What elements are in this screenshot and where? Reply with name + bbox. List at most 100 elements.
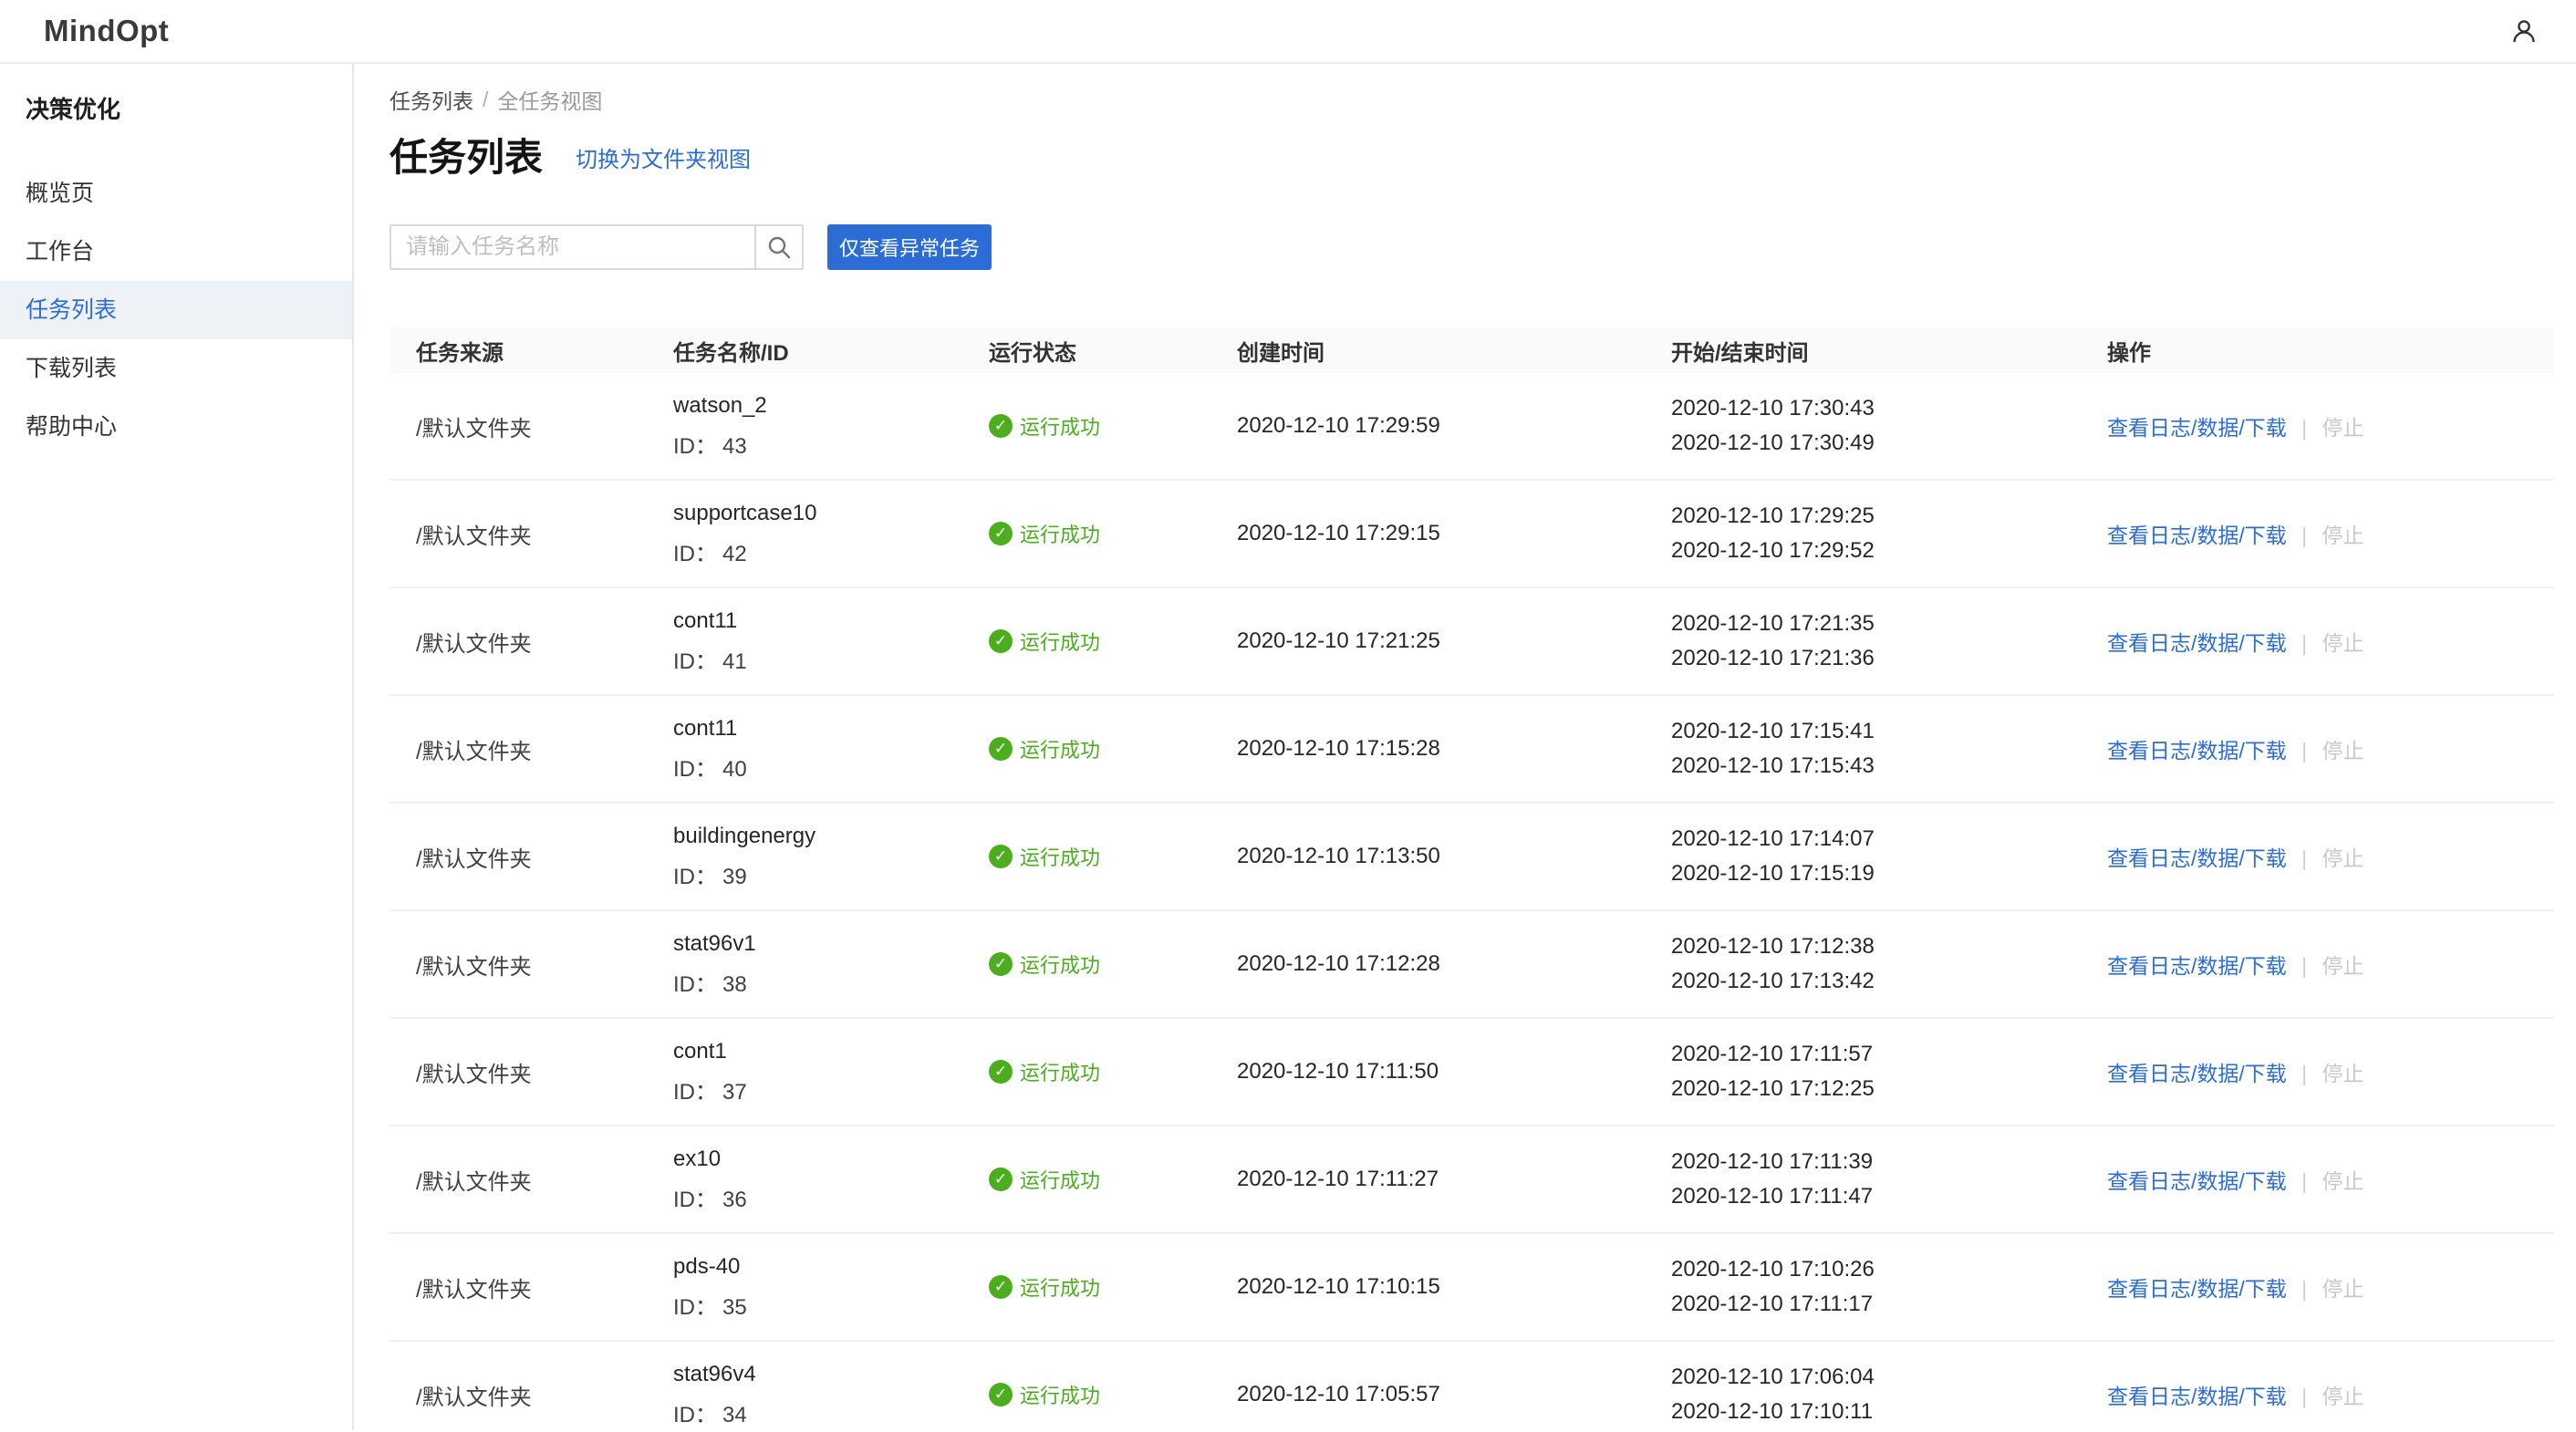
view-log-data-download-link[interactable]: 查看日志/数据/下载	[2107, 524, 2287, 547]
success-check-icon: ✓	[989, 1275, 1013, 1299]
task-status: ✓ 运行成功	[989, 1165, 1237, 1194]
table-row: /默认文件夹 cont11 ID：40 ✓ 运行成功 2020-12-10 17…	[390, 696, 2554, 804]
column-task-source: 任务来源	[390, 335, 673, 367]
search-input[interactable]	[390, 224, 754, 270]
view-log-data-download-link[interactable]: 查看日志/数据/下载	[2107, 954, 2287, 978]
abnormal-tasks-filter-button[interactable]: 仅查看异常任务	[827, 224, 992, 270]
task-source: /默认文件夹	[390, 1056, 673, 1088]
sidebar-item-workbench[interactable]: 工作台	[0, 223, 352, 281]
task-actions: 查看日志/数据/下载 | 停止	[2107, 1164, 2554, 1195]
view-log-data-download-link[interactable]: 查看日志/数据/下载	[2107, 631, 2287, 655]
task-name: stat96v4	[673, 1362, 989, 1387]
task-start-end-time: 2020-12-10 17:10:26 2020-12-10 17:11:17	[1671, 1259, 2107, 1315]
task-name-id-cell: buildingenergy ID：39	[673, 824, 989, 890]
task-id-label: ID：	[673, 1080, 717, 1105]
page-title: 任务列表	[390, 139, 543, 177]
stop-link: 停止	[2322, 1277, 2364, 1301]
stop-link: 停止	[2322, 739, 2364, 763]
task-start-time: 2020-12-10 17:11:39	[1671, 1151, 2107, 1173]
stop-link: 停止	[2322, 524, 2364, 547]
task-name: stat96v1	[673, 931, 989, 957]
task-id: ID：37	[673, 1074, 989, 1105]
task-id-value: 35	[722, 1295, 747, 1320]
view-log-data-download-link[interactable]: 查看日志/数据/下载	[2107, 1277, 2287, 1301]
task-id-value: 42	[722, 542, 747, 566]
breadcrumb-task-list[interactable]: 任务列表	[390, 84, 473, 115]
view-log-data-download-link[interactable]: 查看日志/数据/下载	[2107, 1169, 2287, 1193]
task-id-label: ID：	[673, 1403, 717, 1427]
task-status: ✓ 运行成功	[989, 627, 1237, 656]
task-created-time: 2020-12-10 17:13:50	[1237, 844, 1671, 869]
task-source: /默认文件夹	[390, 733, 673, 765]
view-log-data-download-link[interactable]: 查看日志/数据/下载	[2107, 846, 2287, 870]
user-icon[interactable]	[2508, 16, 2540, 47]
sidebar-item-task-list[interactable]: 任务列表	[0, 281, 352, 339]
task-created-time: 2020-12-10 17:29:59	[1237, 413, 1671, 439]
task-id-label: ID：	[673, 1188, 717, 1212]
task-status-label: 运行成功	[1020, 1057, 1100, 1086]
view-log-data-download-link[interactable]: 查看日志/数据/下载	[2107, 1385, 2287, 1408]
task-id: ID：34	[673, 1396, 989, 1428]
task-id-value: 36	[722, 1188, 747, 1212]
task-start-end-time: 2020-12-10 17:06:04 2020-12-10 17:10:11	[1671, 1366, 2107, 1423]
stop-link: 停止	[2322, 1062, 2364, 1085]
task-name-id-cell: stat96v4 ID：34	[673, 1362, 989, 1428]
task-status-label: 运行成功	[1020, 1272, 1100, 1302]
task-actions: 查看日志/数据/下载 | 停止	[2107, 841, 2554, 872]
toolbar: 仅查看异常任务	[390, 224, 2554, 270]
task-id-label: ID：	[673, 542, 717, 566]
stop-link: 停止	[2322, 416, 2364, 440]
task-status: ✓ 运行成功	[989, 411, 1237, 441]
task-name-id-cell: cont1 ID：37	[673, 1039, 989, 1105]
breadcrumb-all-task-view: 全任务视图	[497, 84, 602, 115]
task-id-value: 41	[722, 649, 747, 674]
task-status-label: 运行成功	[1020, 734, 1100, 763]
task-source: /默认文件夹	[390, 518, 673, 550]
column-run-status: 运行状态	[989, 335, 1237, 367]
task-source: /默认文件夹	[390, 626, 673, 658]
task-status: ✓ 运行成功	[989, 949, 1237, 979]
task-start-time: 2020-12-10 17:06:04	[1671, 1366, 2107, 1388]
success-check-icon: ✓	[989, 737, 1013, 761]
task-status-label: 运行成功	[1020, 627, 1100, 656]
column-task-name-id: 任务名称/ID	[673, 335, 989, 367]
task-table: 任务来源 任务名称/ID 运行状态 创建时间 开始/结束时间 操作 /默认文件夹…	[390, 327, 2554, 1432]
table-row: /默认文件夹 supportcase10 ID：42 ✓ 运行成功 2020-1…	[390, 481, 2554, 588]
task-end-time: 2020-12-10 17:11:47	[1671, 1186, 2107, 1208]
action-separator: |	[2301, 416, 2307, 440]
task-id-value: 39	[722, 865, 747, 889]
sidebar-item-overview[interactable]: 概览页	[0, 164, 352, 223]
task-status-label: 运行成功	[1020, 842, 1100, 871]
view-log-data-download-link[interactable]: 查看日志/数据/下载	[2107, 416, 2287, 440]
task-end-time: 2020-12-10 17:21:36	[1671, 648, 2107, 669]
task-actions: 查看日志/数据/下载 | 停止	[2107, 518, 2554, 549]
task-start-time: 2020-12-10 17:29:25	[1671, 505, 2107, 527]
success-check-icon: ✓	[989, 845, 1013, 868]
success-check-icon: ✓	[989, 952, 1013, 976]
task-status: ✓ 运行成功	[989, 842, 1237, 871]
task-status: ✓ 运行成功	[989, 519, 1237, 548]
task-source: /默认文件夹	[390, 1271, 673, 1303]
view-log-data-download-link[interactable]: 查看日志/数据/下载	[2107, 739, 2287, 763]
task-end-time: 2020-12-10 17:15:19	[1671, 863, 2107, 885]
table-row: /默认文件夹 buildingenergy ID：39 ✓ 运行成功 2020-…	[390, 804, 2554, 911]
search-button[interactable]	[754, 224, 804, 270]
task-name-id-cell: watson_2 ID：43	[673, 393, 989, 460]
column-created-time: 创建时间	[1237, 335, 1671, 367]
table-row: /默认文件夹 watson_2 ID：43 ✓ 运行成功 2020-12-10 …	[390, 373, 2554, 481]
stop-link: 停止	[2322, 954, 2364, 978]
task-name: watson_2	[673, 393, 989, 419]
task-source: /默认文件夹	[390, 410, 673, 442]
task-end-time: 2020-12-10 17:12:25	[1671, 1078, 2107, 1100]
task-id: ID：36	[673, 1181, 989, 1213]
task-id-value: 40	[722, 757, 747, 782]
switch-folder-view-link[interactable]: 切换为文件夹视图	[576, 141, 751, 177]
task-end-time: 2020-12-10 17:29:52	[1671, 540, 2107, 562]
task-name-id-cell: pds-40 ID：35	[673, 1254, 989, 1321]
view-log-data-download-link[interactable]: 查看日志/数据/下载	[2107, 1062, 2287, 1085]
action-separator: |	[2301, 631, 2307, 655]
sidebar-item-help-center[interactable]: 帮助中心	[0, 398, 352, 456]
sidebar-item-download-list[interactable]: 下载列表	[0, 339, 352, 398]
success-check-icon: ✓	[989, 1060, 1013, 1084]
task-created-time: 2020-12-10 17:12:28	[1237, 951, 1671, 977]
